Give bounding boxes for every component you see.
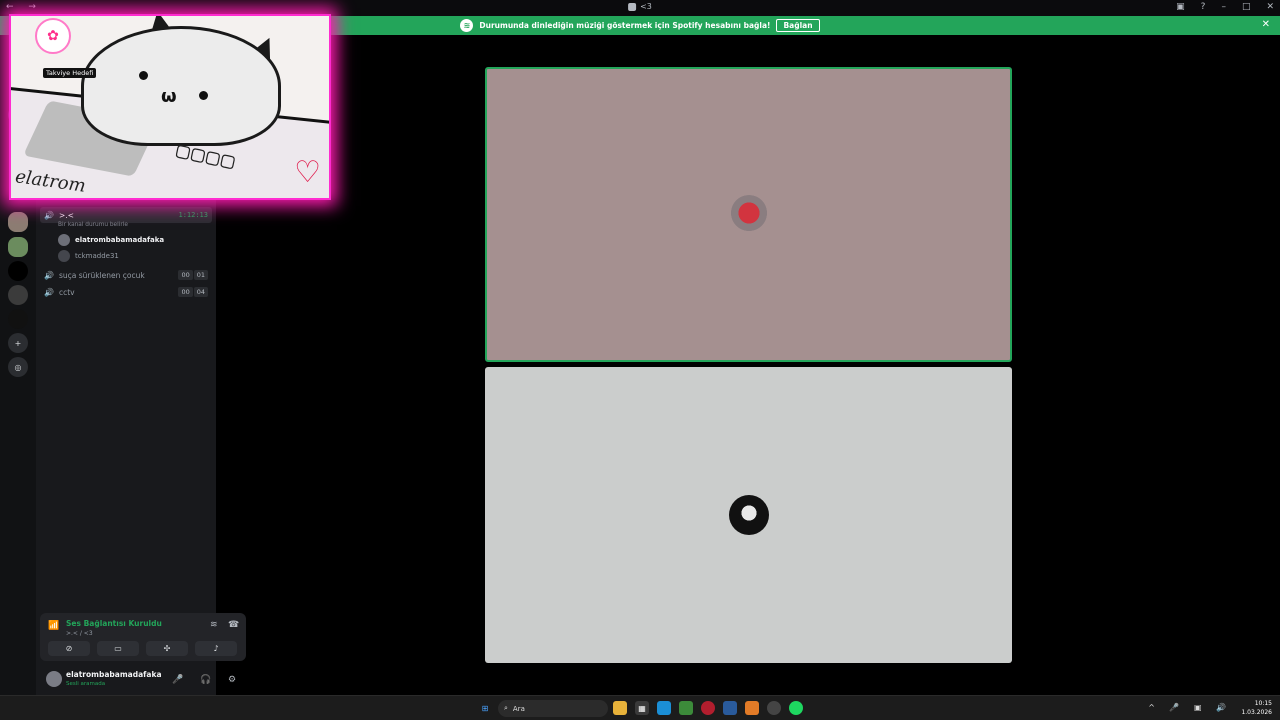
server-avatar[interactable]: [8, 285, 28, 305]
voice-channel[interactable]: 🔊 suça sürüklenen çocuk 00 01: [40, 267, 212, 283]
speaker-icon: 🔊: [44, 210, 54, 220]
signal-icon: 📶: [48, 621, 60, 631]
server-icon: [628, 2, 637, 11]
system-tray-icons[interactable]: ^ 🎤 ▣ 🔊: [1148, 703, 1232, 712]
server-avatar[interactable]: [8, 261, 28, 281]
user-panel: elatrombabamadafaka Sesli aramada 🎤 🎧 ⚙: [40, 665, 246, 695]
clock-time: 10:15: [1254, 700, 1272, 707]
disconnect-icon[interactable]: ☎: [228, 620, 239, 630]
connect-button[interactable]: Bağlan: [776, 19, 820, 32]
search-label: Ara: [512, 704, 525, 713]
user-limit: 00 04: [178, 287, 208, 297]
voice-connection-panel: 📶 Ses Bağlantısı Kuruldu >.< / <3 ≋ ☎ ⊘ …: [40, 613, 246, 661]
help-icon[interactable]: ?: [1201, 2, 1206, 12]
edge-icon[interactable]: [657, 701, 671, 715]
user-limit: 00 01: [178, 270, 208, 280]
call-timer: 1:12:13: [178, 211, 208, 219]
cat-mouth: ω: [161, 86, 177, 107]
clock-date: 1.03.2026: [1241, 709, 1272, 716]
cat-eye: [199, 91, 208, 100]
kitty-icon: ✿: [35, 18, 71, 54]
user-status: Sesli aramada: [66, 681, 106, 687]
avatar[interactable]: [46, 671, 62, 687]
server-avatar[interactable]: [8, 237, 28, 257]
participant-tile-speaking[interactable]: [485, 67, 1012, 362]
avatar: [58, 250, 70, 262]
headphones-icon[interactable]: 🎧: [200, 675, 211, 685]
member-name: elatrombabamadafaka: [75, 236, 165, 244]
search-icon: ⌕: [504, 704, 508, 712]
speaker-icon: 🔊: [44, 270, 54, 280]
participant-avatar: [728, 194, 769, 235]
cat-eye: [139, 71, 148, 80]
minimize-button[interactable]: –: [1221, 2, 1226, 12]
server-avatar[interactable]: [8, 212, 28, 232]
windows-start-icon[interactable]: ⊞: [478, 701, 492, 715]
banner-text: Durumunda dinlediğin müziği göstermek iç…: [479, 21, 771, 30]
stream-overlay-image: ω ▢▢▢▢ elatrom ♡ ✿ Takviye Hedefi: [9, 14, 331, 200]
taskbar-clock[interactable]: 10:15 1.03.2026: [1241, 699, 1272, 717]
spotify-icon: ≋: [460, 19, 474, 32]
username[interactable]: elatrombabamadafaka: [66, 670, 162, 679]
window-title: <3: [640, 2, 652, 11]
voice-channel[interactable]: 🔊 cctv 00 04: [40, 284, 212, 300]
participant-tile[interactable]: [485, 367, 1012, 663]
channel-status-hint[interactable]: Bir kanal durumu belirle: [58, 222, 128, 228]
boost-goal-label[interactable]: Takviye Hedefi: [43, 68, 97, 78]
app-icon[interactable]: [745, 701, 759, 715]
avatar: [58, 234, 70, 246]
microphone-icon[interactable]: 🎤: [172, 675, 183, 685]
close-window-button[interactable]: ✕: [1266, 2, 1274, 12]
file-explorer-icon[interactable]: [613, 701, 627, 715]
explore-icon[interactable]: ◎: [8, 357, 28, 377]
cat-body: [81, 26, 281, 146]
maximize-button[interactable]: □: [1242, 2, 1251, 12]
channel-member[interactable]: tckmadde31: [58, 250, 119, 262]
obs-icon[interactable]: [767, 701, 781, 715]
minecraft-icon[interactable]: [679, 701, 693, 715]
gear-icon[interactable]: ⚙: [228, 675, 236, 685]
add-server-icon[interactable]: +: [8, 333, 28, 353]
camera-button[interactable]: ⊘: [48, 641, 90, 656]
member-name: tckmadde31: [75, 252, 119, 260]
opera-icon[interactable]: [701, 701, 715, 715]
server-avatar[interactable]: [8, 309, 28, 329]
screen-share-button[interactable]: ▭: [97, 641, 139, 656]
channel-name: suça sürüklenen çocuk: [58, 270, 145, 280]
steam-icon[interactable]: [723, 701, 737, 715]
voice-status[interactable]: Ses Bağlantısı Kuruldu: [66, 619, 162, 628]
inbox-icon[interactable]: ▣: [1176, 2, 1185, 12]
speaker-icon: 🔊: [44, 287, 54, 297]
voice-path: >.< / <3: [66, 630, 93, 637]
channel-member[interactable]: elatrombabamadafaka: [58, 234, 164, 246]
windows-taskbar: ⊞ ⌕ Ara ▦ ^ 🎤 ▣ 🔊 10:15 1.03.2026: [0, 695, 1280, 720]
back-forward-icon[interactable]: ← →: [6, 2, 42, 12]
activities-button[interactable]: ✣: [146, 641, 188, 656]
participant-avatar: [728, 495, 769, 535]
store-icon[interactable]: ▦: [635, 701, 649, 715]
close-banner-icon[interactable]: ✕: [1262, 19, 1270, 30]
heart-icon: ♡: [294, 155, 321, 190]
noise-suppression-icon[interactable]: ≋: [210, 620, 218, 630]
taskbar-search[interactable]: ⌕ Ara: [498, 700, 608, 717]
spotify-taskbar-icon[interactable]: [789, 701, 803, 715]
voice-channel-active[interactable]: 🔊 >.< 1:12:13: [40, 207, 212, 223]
soundboard-button[interactable]: ♪: [195, 641, 237, 656]
channel-name: cctv: [58, 287, 75, 297]
channel-name: >.<: [58, 210, 74, 220]
